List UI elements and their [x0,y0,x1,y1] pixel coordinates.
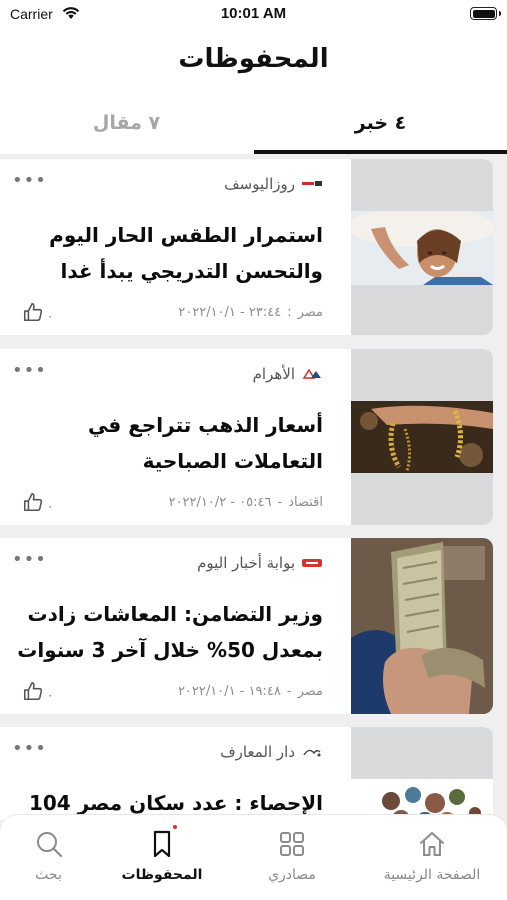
more-options-icon[interactable]: ••• [12,739,47,759]
like-count: ٠ [47,499,54,513]
source-name: الأهرام [252,365,295,383]
article-thumbnail [351,349,493,525]
article-datetime: ١٩:٤٨ - ٢٠٢٢/١٠/١ [177,684,281,699]
thumbs-up-icon [23,302,43,322]
article-datetime: ٢٣:٤٤ - ٢٠٢٢/١٠/١ [178,305,282,320]
article-category: مصر [297,684,323,699]
tab-label: بحث [35,867,62,883]
more-options-icon[interactable]: ••• [12,361,47,381]
ahram-logo-icon [302,368,321,379]
news-card[interactable]: روزاليوسف ••• استمرار الطقس الحار اليوم … [0,159,493,335]
active-indicator-dot [173,825,177,829]
tab-home[interactable]: الصفحة الرئيسية [357,815,507,900]
clock: 10:01 AM [220,5,287,22]
status-bar: Carrier 10:01 AM [0,0,507,30]
like-button[interactable]: ٠ [22,301,53,323]
like-count: ٠ [47,688,54,702]
article-headline[interactable]: وزير التضامن: المعاشات زادت بمعدل 50% خل… [12,596,323,668]
page-title: المحفوظات [178,44,329,74]
article-thumbnail [351,727,493,820]
article-headline[interactable]: استمرار الطقس الحار اليوم والتحسن التدري… [12,217,323,289]
home-icon [420,832,444,856]
battery-icon [470,7,501,20]
more-options-icon[interactable]: ••• [12,550,47,570]
tab-my-sources[interactable]: مصادري [227,815,357,900]
gold-jewelry-photo [351,401,493,473]
grid-icon [280,832,304,856]
source-name: دار المعارف [220,743,295,761]
saved-news-list[interactable]: روزاليوسف ••• استمرار الطقس الحار اليوم … [0,154,507,820]
thumbs-up-icon [23,492,43,512]
tab-articles[interactable]: ٧ مقال [0,94,253,152]
search-icon [36,832,62,858]
bookmark-icon [153,830,171,858]
like-button[interactable]: ٠ [22,491,53,513]
news-card[interactable]: بوابة أخبار اليوم ••• وزير التضامن: المع… [0,538,493,714]
article-thumbnail [351,538,493,714]
source-row[interactable]: روزاليوسف [224,173,323,195]
like-count: ٠ [47,309,54,323]
tab-label: مصادري [268,867,316,883]
news-card[interactable]: الأهرام ••• أسعار الذهب تتراجع في التعام… [0,349,493,525]
article-category: اقتصاد [288,495,323,510]
woman-sun-hat-photo [351,211,493,285]
akhbar-elyom-logo-icon [302,559,322,567]
rose-alyoussef-logo-icon [302,181,322,186]
tab-news[interactable]: ٤ خبر [254,94,507,152]
article-category: مصر [297,305,323,320]
source-row[interactable]: الأهرام [253,363,323,385]
header: المحفوظات [0,30,507,94]
tab-label: المحفوظات [121,867,203,883]
source-name: روزاليوسف [224,175,295,193]
article-thumbnail [351,159,493,335]
tab-search[interactable]: بحث [0,815,97,900]
dar-almaaref-logo-icon [303,749,321,757]
tab-label: الصفحة الرئيسية [383,867,481,883]
news-card[interactable]: دار المعارف ••• الإحصاء : عدد سكان مصر 1… [0,727,493,820]
article-datetime: ٠٥:٤٦ - ٢٠٢٢/١٠/٢ [168,495,272,510]
source-row[interactable]: دار المعارف [220,741,323,763]
article-meta: اقتصاد-٠٥:٤٦ - ٢٠٢٢/١٠/٢ [168,495,323,510]
more-options-icon[interactable]: ••• [12,171,47,191]
tab-saved[interactable]: المحفوظات [97,815,227,900]
article-meta: مصر-١٩:٤٨ - ٢٠٢٢/١٠/١ [177,684,323,699]
article-headline[interactable]: أسعار الذهب تتراجع في التعاملات الصباحية [12,407,323,479]
article-meta: مصر:٢٣:٤٤ - ٢٠٢٢/١٠/١ [178,305,323,320]
bottom-tab-bar: الصفحة الرئيسية مصادري المحفوظات بحث [0,814,507,900]
banknotes-photo [351,538,493,714]
segment-tabs: ٤ خبر ٧ مقال [0,94,507,154]
thumbs-up-icon [23,681,43,701]
source-name: بوابة أخبار اليوم [197,554,295,572]
source-row[interactable]: بوابة أخبار اليوم [197,552,323,574]
like-button[interactable]: ٠ [22,680,53,702]
